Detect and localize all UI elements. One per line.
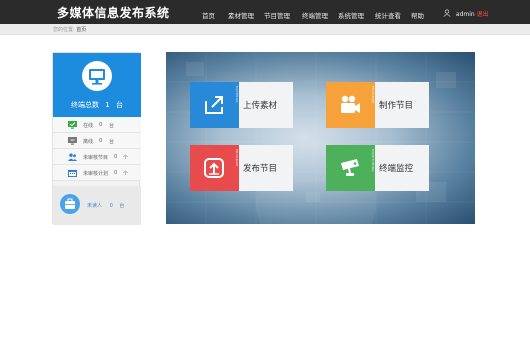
upload-material-tile[interactable]: MATERIAL 上传素材	[190, 82, 293, 128]
footer-unit: 台	[119, 203, 125, 209]
top-navbar: 多媒体信息发布系统 首页 素材管理 节目管理 终端管理 系统管理 统计查看 帮助…	[0, 0, 530, 24]
breadcrumb-bar: 您的位置: 首页	[0, 24, 530, 35]
username: admin	[455, 11, 475, 18]
stat-unit: 台	[109, 139, 115, 145]
footer-label: 未读人	[87, 203, 103, 209]
upload-icon	[205, 96, 223, 114]
stat-label: 未审核节目	[83, 155, 109, 161]
user-info: admin 退出	[443, 9, 489, 18]
monitor-check-icon	[68, 121, 77, 129]
stat-label: 离线	[83, 139, 94, 145]
terminal-total-unit: 台	[115, 101, 123, 109]
stat-value: 0	[99, 122, 103, 128]
monitor-badge	[82, 61, 112, 91]
tile-label: 终端监控	[379, 164, 414, 174]
users-icon	[68, 153, 77, 161]
stat-value: 0	[99, 138, 103, 144]
stat-row-unreviewed-programs[interactable]: 未审核节目 0 个	[53, 149, 141, 165]
terminal-monitoring-tile[interactable]: MONITORING 终端监控	[326, 145, 429, 191]
video-camera-icon	[341, 95, 360, 113]
footer-value: 0	[109, 203, 113, 209]
summary-footer[interactable]: 未读人 0 台	[53, 186, 141, 225]
nav-item-help[interactable]: 帮助	[411, 10, 424, 20]
nav-item-program[interactable]: 节目管理	[264, 10, 290, 20]
tile-label: 发布节目	[243, 164, 278, 174]
terminal-total: 终端总数 1 台	[53, 100, 141, 110]
footer-badge	[60, 194, 80, 214]
nav-item-material[interactable]: 素材管理	[228, 10, 254, 20]
create-program-tile[interactable]: PROGRAM 制作节目	[326, 82, 429, 128]
summary-header: 终端总数 1 台	[53, 53, 141, 117]
stat-row-online[interactable]: 在线 0 台	[53, 117, 141, 133]
footer-stat: 未读人 0 台	[87, 202, 124, 209]
tile-color-block: PROGRAM	[190, 145, 239, 191]
publish-icon	[204, 158, 224, 178]
calendar-icon	[68, 170, 77, 177]
stat-value: 0	[114, 154, 118, 160]
nav-item-terminal[interactable]: 终端管理	[302, 10, 328, 20]
tile-color-block: MONITORING	[326, 145, 375, 191]
publish-program-tile[interactable]: PROGRAM 发布节目	[190, 145, 293, 191]
stat-unit: 个	[123, 155, 129, 161]
cctv-camera-icon	[341, 159, 359, 176]
tech-background	[166, 52, 475, 224]
stat-value: 0	[114, 170, 118, 176]
stat-label: 在线	[83, 123, 94, 129]
breadcrumb: 您的位置: 首页	[53, 26, 86, 33]
monitor-icon	[89, 69, 105, 85]
breadcrumb-prefix: 您的位置:	[53, 27, 75, 33]
stat-label: 未审核计划	[83, 171, 109, 177]
quick-actions-panel: MATERIAL 上传素材 PROGRAM 制作节目 PROGRAM 发布节目 …	[166, 52, 475, 224]
nav-item-system[interactable]: 系统管理	[338, 10, 364, 20]
logout-link[interactable]: 退出	[477, 11, 489, 18]
briefcase-icon	[65, 198, 75, 209]
stat-row-unreviewed-plans[interactable]: 未审核计划 0 个	[53, 165, 141, 181]
stat-unit: 个	[123, 171, 129, 177]
terminal-total-count: 1	[105, 101, 110, 109]
nav-item-home[interactable]: 首页	[202, 10, 215, 20]
tile-label: 上传素材	[243, 101, 278, 111]
nav-item-statistics[interactable]: 统计查看	[375, 10, 401, 20]
tile-label: 制作节目	[379, 101, 414, 111]
breadcrumb-current[interactable]: 首页	[76, 27, 86, 33]
app-title: 多媒体信息发布系统	[57, 6, 170, 20]
monitor-minus-icon	[68, 137, 77, 145]
stat-row-offline[interactable]: 离线 0 台	[53, 133, 141, 149]
tile-color-block: MATERIAL	[190, 82, 239, 128]
user-icon	[443, 9, 451, 17]
terminal-summary-panel: 终端总数 1 台 在线 0 台 离线 0 台 未审核节目 0 个 未审核计划 0…	[52, 52, 141, 225]
stat-unit: 台	[109, 123, 115, 129]
terminal-total-label: 终端总数	[71, 101, 100, 109]
tile-color-block: PROGRAM	[326, 82, 375, 128]
